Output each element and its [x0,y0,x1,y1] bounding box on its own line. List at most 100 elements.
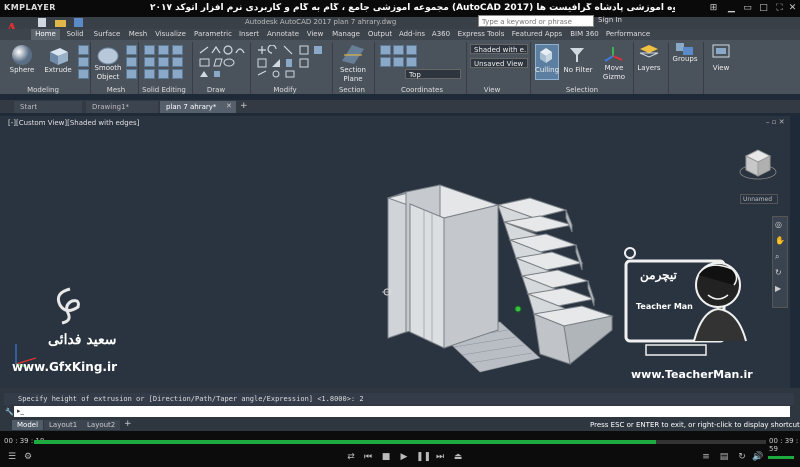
panel-label-coordinates[interactable]: Coordinates [380,86,464,94]
viewport-controls[interactable]: [-][Custom View][Shaded with edges] [8,119,139,127]
tab-bim-360[interactable]: BIM 360 [567,29,602,40]
file-tab-plan-7-ahrary[interactable]: plan 7 ahrary* [160,101,236,113]
solid-edit-icon[interactable] [158,57,169,67]
quick-access-save-icon[interactable] [72,18,86,27]
layers-button[interactable]: Layers [636,64,662,72]
viewcube-icon[interactable] [738,142,778,188]
quick-access-new-icon[interactable] [36,18,50,27]
play-icon[interactable]: ▶ [398,451,410,463]
quick-access-open-icon[interactable] [54,18,68,27]
equalizer-icon[interactable]: ≡ [700,451,712,463]
new-layout-icon[interactable]: + [124,419,132,429]
solid-edit-icon[interactable] [172,57,183,67]
new-tab-icon[interactable]: + [240,101,248,111]
file-tab-start[interactable]: Start [14,101,82,113]
panel-label-selection[interactable]: Selection [560,86,604,94]
panel-label-draw[interactable]: Draw [196,86,236,94]
union-tool-icon[interactable] [78,69,89,79]
tab-featured-apps[interactable]: Featured Apps [510,29,564,40]
pause-icon[interactable]: ❚❚ [416,451,431,463]
layout-tab-model[interactable]: Model [12,420,44,430]
view-panel-button[interactable]: View [708,64,734,72]
box-tool-icon[interactable] [78,45,89,55]
compact-icon[interactable]: ▭ [742,3,753,14]
move-gizmo-icon[interactable] [603,46,623,66]
panel-label-solid-editing[interactable]: Solid Editing [138,86,190,94]
ucs-icon[interactable] [380,57,391,67]
solid-edit-icon[interactable] [144,45,155,55]
orbit-icon[interactable]: ↻ [775,268,782,277]
previous-icon[interactable]: ⏮ [362,451,374,463]
showmotion-icon[interactable]: ▶ [775,284,781,293]
repeat-icon[interactable]: ↻ [736,451,748,463]
tab-express-tools[interactable]: Express Tools [455,29,507,40]
minimize-icon[interactable]: ▁ [726,3,737,14]
volume-slider[interactable] [768,456,794,459]
player-settings-icon[interactable]: ⚙ [22,451,34,463]
groups-button[interactable]: Groups [671,55,699,63]
ucs-icon[interactable] [380,45,391,55]
tab-a360[interactable]: A360 [429,29,453,40]
view-panel-icon[interactable] [712,44,730,58]
tab-performance[interactable]: Performance [604,29,652,40]
viewport-window-controls[interactable]: – ▫ ✕ [766,118,785,126]
sphere-icon[interactable] [10,44,34,66]
panel-label-section[interactable]: Section [330,86,374,94]
stop-icon[interactable]: ■ [380,451,392,463]
extrude-icon[interactable] [46,44,70,66]
solid-edit-icon[interactable] [172,69,183,79]
tab-parametric[interactable]: Parametric [191,29,235,40]
close-tab-icon[interactable]: ✕ [226,102,232,110]
tab-annotate[interactable]: Annotate [263,29,303,40]
layers-icon[interactable] [638,44,660,60]
tab-view[interactable]: View [305,29,325,40]
player-menu-icon[interactable]: ☰ [6,451,18,463]
fullscreen-icon[interactable]: ⛶ [774,3,785,14]
ucs-icon[interactable] [406,45,417,55]
view-direction-select[interactable]: Top [405,69,461,79]
tab-add-ins[interactable]: Add-ins [397,29,427,40]
tab-insert[interactable]: Insert [237,29,261,40]
zoom-icon[interactable]: ⌕ [775,252,779,262]
open-file-icon[interactable]: ⏏ [452,451,464,463]
solid-edit-icon[interactable] [144,69,155,79]
tab-visualize[interactable]: Visualize [152,29,189,40]
solid-edit-icon[interactable] [144,57,155,67]
search-input[interactable]: Type a keyword or phrase [478,15,594,27]
extrude-button[interactable]: Extrude [42,66,74,74]
maximize-icon[interactable]: □ [758,3,769,14]
tab-surface[interactable]: Surface [90,29,124,40]
groups-icon[interactable] [675,42,695,56]
playlist-icon[interactable]: ⇄ [345,451,357,463]
close-icon[interactable]: ✕ [787,3,798,14]
mesh-tool-icon[interactable] [126,57,137,67]
smooth-object-button[interactable]: Smooth Object [92,64,124,82]
solid-edit-icon[interactable] [172,45,183,55]
presspull-tool-icon[interactable] [78,57,89,67]
tab-home[interactable]: Home [31,29,60,40]
command-input[interactable] [14,406,790,417]
subtitle-icon[interactable]: ▤ [718,451,730,463]
mesh-tool-icon[interactable] [126,69,137,79]
tab-solid[interactable]: Solid [62,29,88,40]
panel-label-modify[interactable]: Modify [260,86,310,94]
file-tab-drawing1[interactable]: Drawing1* [86,101,158,113]
sphere-button[interactable]: Sphere [6,66,38,74]
no-filter-button[interactable]: No Filter [562,66,594,74]
solid-edit-icon[interactable] [158,45,169,55]
layout-tab-layout1[interactable]: Layout1 [44,420,83,430]
move-gizmo-button[interactable]: Move Gizmo [598,64,630,82]
visual-style-select[interactable]: Shaded with e... [470,44,528,54]
mesh-tool-icon[interactable] [126,45,137,55]
tab-mesh[interactable]: Mesh [126,29,150,40]
ucs-icon[interactable] [406,57,417,67]
section-plane-button[interactable]: Section Plane [336,66,370,84]
panel-label-view[interactable]: View [470,86,514,94]
pan-icon[interactable]: ✋ [775,236,785,245]
steering-wheel-icon[interactable]: ◎ [775,220,782,229]
pin-icon[interactable]: ⊞ [708,3,719,14]
tab-manage[interactable]: Manage [329,29,363,40]
tab-output[interactable]: Output [366,29,394,40]
command-customize-icon[interactable]: 🔧 [5,408,14,416]
next-icon[interactable]: ⏭ [434,451,446,463]
